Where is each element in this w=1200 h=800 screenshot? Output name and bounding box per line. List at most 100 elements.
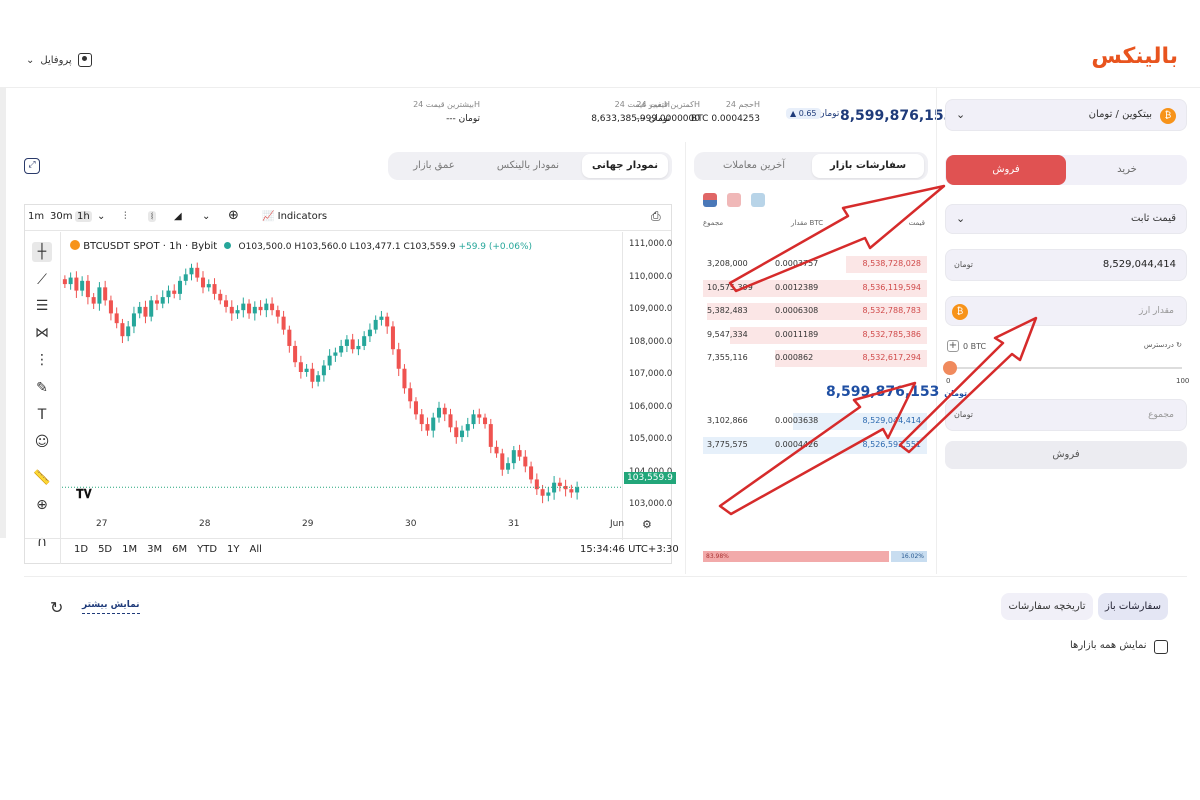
chevron-down-icon[interactable]: ⌄: [202, 211, 210, 222]
candle: [270, 297, 275, 316]
y-tick: 107,000.0: [629, 369, 673, 380]
range-5D[interactable]: 5D: [98, 544, 112, 555]
candle: [154, 294, 159, 311]
range-6M[interactable]: 6M: [172, 544, 187, 555]
chevron-down-icon: ⌄: [956, 108, 966, 121]
tab-open-orders[interactable]: سفارشات باز: [1098, 593, 1168, 620]
magnet-icon[interactable]: ∩: [32, 532, 52, 552]
tf-30m[interactable]: 30m: [50, 211, 72, 222]
refresh-icon[interactable]: ↻: [50, 598, 63, 617]
add-icon[interactable]: ⊕: [228, 208, 239, 223]
order-type-select[interactable]: ⌄ قیمت ثابت: [945, 204, 1187, 234]
amount-input[interactable]: ₿ مقدار ارز: [945, 296, 1187, 326]
market-stats: حجم 24H BTC 0.0004253 تغییر قیمت 24H --- تو…: [410, 100, 760, 130]
candle: [356, 339, 361, 356]
price-axis-border: [622, 232, 623, 540]
zoom-icon[interactable]: ⊕: [32, 495, 52, 515]
candlestick-chart[interactable]: [62, 232, 622, 512]
candle: [200, 271, 206, 294]
expand-icon[interactable]: ⤢: [24, 158, 40, 174]
pattern-icon[interactable]: ⋈: [32, 323, 52, 343]
tab-order-history[interactable]: تاریخچه سفارشات: [1001, 593, 1093, 620]
tab-market-orders[interactable]: سفارشات بازار: [812, 154, 924, 178]
prediction-icon[interactable]: ⋮: [32, 350, 52, 370]
buy-tab[interactable]: خرید: [1067, 155, 1187, 185]
scroll-strip: [0, 88, 6, 538]
candle: [137, 301, 142, 319]
price-input[interactable]: تومان 8,529,044,414: [945, 249, 1187, 281]
range-1Y[interactable]: 1Y: [227, 544, 239, 555]
fib-icon[interactable]: ☰: [32, 296, 52, 316]
range-1M[interactable]: 1M: [122, 544, 137, 555]
orderbook-row[interactable]: 7,355,116 0.000862 8,532,617,294: [703, 350, 927, 367]
candle: [68, 272, 73, 290]
book-sells-icon[interactable]: [727, 193, 741, 207]
amount-slider[interactable]: [950, 367, 1182, 369]
tab-last-trades[interactable]: آخرین معاملات: [698, 154, 810, 178]
show-more-link[interactable]: نمایش بیشتر: [82, 600, 140, 614]
divider: [936, 88, 937, 574]
range-All[interactable]: All: [250, 544, 262, 555]
candle: [534, 473, 539, 495]
settings-icon[interactable]: ⚙: [642, 518, 652, 531]
candle: [97, 282, 102, 311]
indicators-icon: 📈: [262, 211, 275, 222]
candle: [511, 446, 516, 470]
candle: [408, 382, 413, 409]
submit-sell-button[interactable]: فروش: [945, 441, 1187, 469]
candle: [287, 325, 292, 353]
ruler-icon[interactable]: 📏: [32, 468, 52, 488]
compare-icon[interactable]: ◢: [174, 211, 182, 222]
trendline-icon[interactable]: ⟋: [32, 270, 52, 290]
orderbook-row[interactable]: 3,102,866 0.0003638 8,529,044,414: [703, 413, 927, 430]
candle: [569, 484, 574, 498]
sell-tab[interactable]: فروش: [946, 155, 1066, 185]
orderbook-row[interactable]: 3,775,575 0.0004426 8,526,592,551: [703, 436, 927, 454]
orderbook-row[interactable]: 10,575,399 0.0012389 8,536,119,594: [703, 279, 927, 297]
book-both-icon[interactable]: [703, 193, 717, 207]
book-buys-icon[interactable]: [751, 193, 765, 207]
tab-market-depth[interactable]: عمق بازار: [392, 154, 476, 178]
divider: [24, 576, 1187, 577]
emoji-icon[interactable]: ☺: [32, 432, 52, 452]
range-1D[interactable]: 1D: [74, 544, 88, 555]
show-all-label: نمایش همه بازارها: [1070, 640, 1147, 651]
indicators-button[interactable]: 📈 Indicators: [262, 211, 327, 222]
candle: [529, 461, 534, 484]
crosshair-icon[interactable]: ┼: [32, 242, 52, 262]
toman-icon: تومان: [954, 260, 973, 269]
chevron-down-icon: ⌄: [26, 54, 35, 66]
candle: [235, 305, 240, 319]
orderbook-row[interactable]: 3,208,000 0.0003757 8,538,728,028: [703, 256, 927, 273]
range-YTD[interactable]: YTD: [197, 544, 217, 555]
tf-1m[interactable]: 1m: [28, 211, 44, 222]
mid-price: تومان 8,599,876,153: [826, 384, 968, 400]
tf-1h[interactable]: 1h: [75, 211, 92, 222]
tab-balinex-chart[interactable]: نمودار بالینکس: [478, 154, 578, 178]
candle: [149, 295, 154, 322]
candle: [442, 403, 447, 422]
text-icon[interactable]: T: [32, 405, 52, 425]
chevron-down-icon[interactable]: ⌄: [97, 211, 105, 222]
camera-icon[interactable]: ⎙: [651, 209, 661, 224]
candle: [189, 263, 194, 281]
orderbook-row[interactable]: 5,382,483 0.0006308 8,532,788,783: [703, 303, 927, 320]
y-tick: 108,000.0: [629, 336, 673, 347]
candle: [477, 408, 482, 424]
orderbook-row[interactable]: 9,547,334 0.0011189 8,532,785,386: [703, 326, 927, 344]
logo[interactable]: بالینکس: [1091, 44, 1178, 69]
pair-selector[interactable]: ⌄ بیتکوین / تومان ₿: [945, 99, 1187, 131]
slider-handle[interactable]: [943, 361, 957, 375]
bar-style-icon[interactable]: ⫶: [124, 211, 127, 222]
show-all-checkbox[interactable]: [1154, 640, 1168, 654]
candle: [275, 305, 280, 324]
tab-global-chart[interactable]: نمودار جهانی: [582, 154, 668, 178]
range-3M[interactable]: 3M: [147, 544, 162, 555]
total-input[interactable]: تومان مجموع: [945, 399, 1187, 431]
candles-icon[interactable]: ⧙: [148, 211, 157, 222]
refresh-icon: ↻: [1176, 341, 1182, 349]
candle: [500, 448, 505, 476]
brush-icon[interactable]: ✎: [32, 378, 52, 398]
profile-menu[interactable]: ⌄ پروفایل: [26, 53, 92, 67]
add-icon[interactable]: +: [947, 340, 959, 352]
